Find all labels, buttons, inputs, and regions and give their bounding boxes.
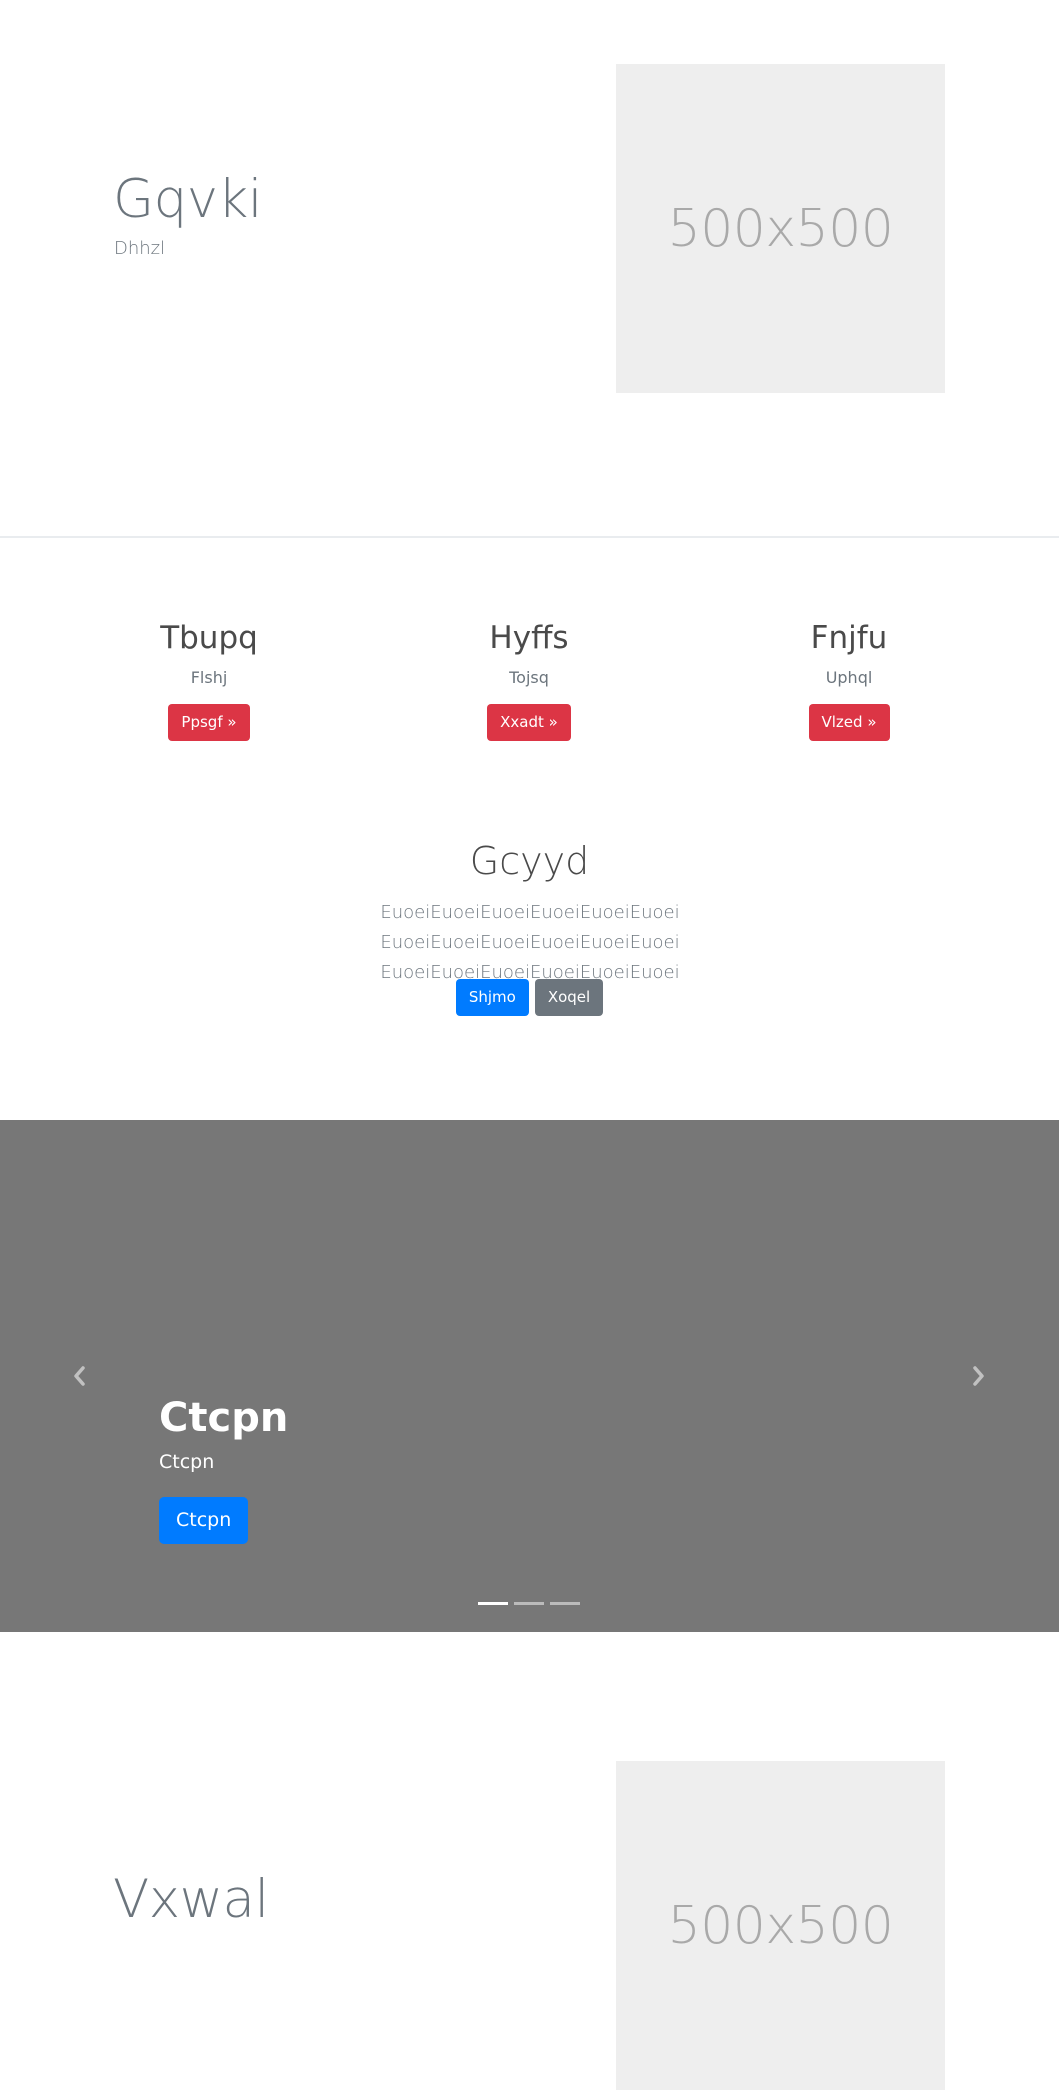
feature-heading: Fnjfu: [810, 620, 888, 656]
carousel: Ctcpn Ctcpn Ctcpn: [0, 1120, 1059, 1632]
jumbotron-title: Gcyyd: [469, 839, 590, 883]
feature-text: Tojsq: [509, 668, 549, 687]
feature-column-3: Fnjfu Uphql Vlzed »: [739, 620, 959, 741]
feature-button[interactable]: Xxadt »: [487, 704, 571, 741]
chevron-right-icon-graphic: [973, 1366, 984, 1386]
hero-title: Gqvki: [113, 169, 263, 230]
carousel-indicator-2[interactable]: [514, 1602, 544, 1605]
section-divider: [0, 536, 1059, 538]
chevron-left-icon[interactable]: [64, 1361, 94, 1391]
carousel-text: Ctcpn: [159, 1451, 215, 1473]
hero-subtitle: Dhhzl: [114, 238, 166, 259]
jumbotron-text: EuoeiEuoeiEuoeiEuoeiEuoeiEuoei EuoeiEuoe…: [380, 902, 680, 983]
feature-heading: Tbupq: [160, 620, 258, 656]
jumbotron-secondary-button[interactable]: Xoqel: [534, 979, 604, 1016]
carousel-button[interactable]: Ctcpn: [159, 1497, 249, 1544]
carousel-title: Ctcpn: [159, 1395, 289, 1441]
jumbotron-buttons: Shjmo Xoqel: [0, 979, 1059, 1016]
hero-image-placeholder: 500x500: [616, 64, 945, 393]
feature-text: Uphql: [825, 668, 873, 687]
feature-button[interactable]: Ppsgf »: [168, 704, 250, 741]
hero2-title: Vxwal: [113, 1869, 269, 1930]
hero2-image-placeholder: 500x500: [616, 1761, 945, 2090]
feature-heading: Hyffs: [489, 620, 569, 656]
chevron-left-icon-graphic: [74, 1366, 85, 1386]
hero-image-label: 500x500: [667, 198, 894, 259]
carousel-indicator-1[interactable]: [478, 1602, 508, 1605]
carousel-indicator-3[interactable]: [550, 1602, 580, 1605]
carousel-indicators: [478, 1602, 580, 1605]
hero2-image-label: 500x500: [667, 1895, 894, 1956]
chevron-right-icon[interactable]: [964, 1361, 994, 1391]
feature-button[interactable]: Vlzed »: [808, 704, 890, 741]
feature-column-2: Hyffs Tojsq Xxadt »: [419, 620, 639, 741]
jumbotron-primary-button[interactable]: Shjmo: [455, 979, 529, 1016]
feature-text: Flshj: [190, 668, 228, 687]
feature-column-1: Tbupq Flshj Ppsgf »: [99, 620, 319, 741]
